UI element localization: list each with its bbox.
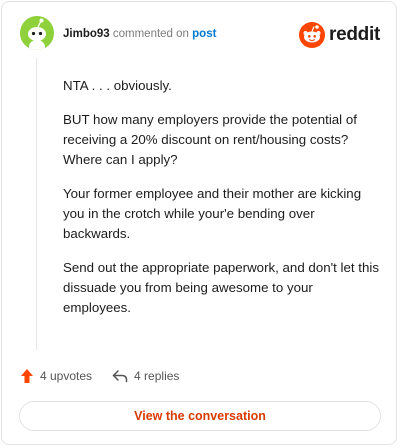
replies-count: 4 replies bbox=[134, 369, 180, 383]
reply-arrow-icon bbox=[112, 370, 128, 383]
comment-paragraph: Your former employee and their mother ar… bbox=[63, 186, 362, 241]
reddit-logo-icon bbox=[299, 22, 326, 48]
thread-line bbox=[36, 58, 37, 350]
comment-action-text: commented on bbox=[112, 28, 189, 40]
upvotes-count: 4 upvotes bbox=[40, 369, 93, 383]
upvotes-stat[interactable]: 4 upvotes bbox=[20, 368, 92, 384]
comment-paragraph: NTA . . . obviously. bbox=[63, 78, 172, 93]
comment-body: NTA . . . obviously. BUT how many employ… bbox=[63, 76, 383, 332]
comment-paragraph: BUT how many employers provide the poten… bbox=[63, 112, 357, 167]
comment-stats: 4 upvotes 4 replies bbox=[20, 368, 179, 384]
comment-header: Jimbo93 commented on post bbox=[63, 26, 216, 42]
view-conversation-button[interactable]: View the conversation bbox=[19, 401, 381, 431]
replies-stat[interactable]: 4 replies bbox=[112, 369, 179, 383]
reddit-brand[interactable]: reddit bbox=[299, 22, 380, 48]
upvote-arrow-icon bbox=[21, 369, 33, 383]
comment-card: Jimbo93 commented on post reddit NTA . .… bbox=[1, 1, 397, 445]
comment-paragraph: Send out the appropriate paperwork, and … bbox=[63, 260, 379, 315]
username-link[interactable]: Jimbo93 bbox=[63, 28, 110, 40]
reddit-wordmark: reddit bbox=[329, 24, 380, 45]
user-avatar-icon[interactable] bbox=[20, 16, 54, 50]
post-link[interactable]: post bbox=[192, 28, 216, 40]
